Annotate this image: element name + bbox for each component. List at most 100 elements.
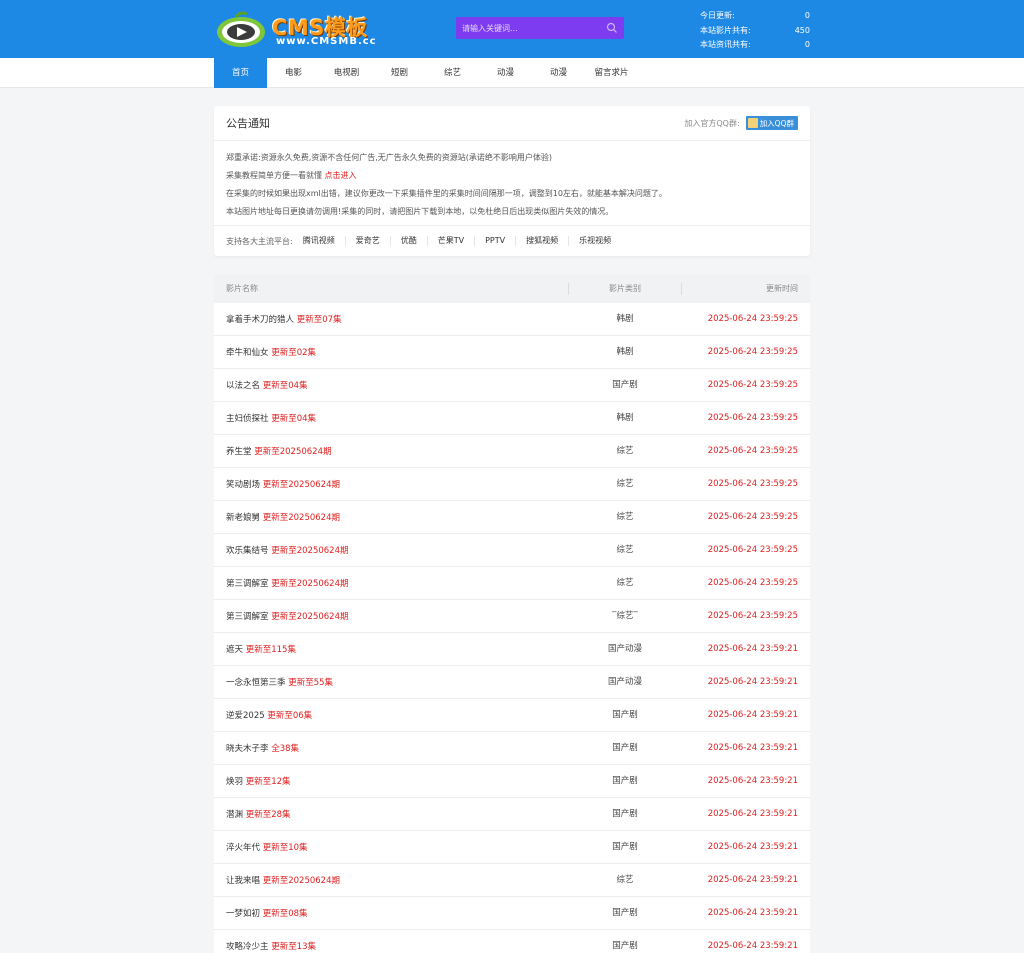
video-title[interactable]: 晓夫木子李 (226, 744, 269, 754)
nav-item-request[interactable]: 留言求片 (585, 58, 638, 88)
tutorial-link[interactable]: 点击进入 (325, 171, 357, 180)
table-row[interactable]: 欢乐集结号 更新至20250624期 综艺 2025-06-24 23:59:25 (214, 534, 810, 567)
video-name-cell[interactable]: 以法之名 更新至04集 (226, 379, 568, 391)
video-category: 韩剧 (616, 347, 634, 357)
update-time: 2025-06-24 23:59:25 (707, 479, 798, 489)
video-name-cell[interactable]: 牵牛和仙女 更新至02集 (226, 346, 568, 358)
main-nav: 首页 电影 电视剧 短剧 综艺 动漫 动漫 留言求片 (0, 58, 1024, 88)
video-name-cell[interactable]: 主妇侦探社 更新至04集 (226, 412, 568, 424)
update-status: 更新至08集 (262, 909, 308, 919)
video-title[interactable]: 牵牛和仙女 (226, 348, 269, 358)
video-title[interactable]: 一梦如初 (226, 909, 260, 919)
update-time: 2025-06-24 23:59:21 (707, 875, 798, 885)
video-name-cell[interactable]: 一念永恒第三季 更新至55集 (226, 676, 568, 688)
notice-card: 公告通知 加入官方QQ群: 加入QQ群 郑重承诺:资源永久免费,资源不含任何广告… (214, 106, 810, 256)
update-time: 2025-06-24 23:59:25 (707, 545, 798, 555)
search-icon[interactable] (606, 22, 618, 34)
video-table: 影片名称 影片类别 更新时间 拿着手术刀的猎人 更新至07集 韩剧 2025-06-… (214, 274, 810, 953)
video-title[interactable]: 一念永恒第三季 (226, 678, 286, 688)
video-title[interactable]: 笑动剧场 (226, 480, 260, 490)
table-row[interactable]: 主妇侦探社 更新至04集 韩剧 2025-06-24 23:59:25 (214, 402, 810, 435)
video-title[interactable]: 第三调解室 (226, 612, 269, 622)
video-name-cell[interactable]: 遮天 更新至115集 (226, 643, 568, 655)
update-status: 更新至07集 (296, 315, 342, 325)
table-row[interactable]: 遮天 更新至115集 国产动漫 2025-06-24 23:59:21 (214, 633, 810, 666)
table-row[interactable]: 攻略冷少主 更新至13集 国产剧 2025-06-24 23:59:21 (214, 930, 810, 953)
platform-item: 爱奇艺 (346, 236, 391, 246)
platform-item: 腾讯视频 (293, 236, 346, 246)
video-name-cell[interactable]: 晓夫木子李 全38集 (226, 742, 568, 754)
search-box (456, 17, 624, 39)
nav-item-tv[interactable]: 电视剧 (320, 58, 373, 88)
nav-item-movie[interactable]: 电影 (267, 58, 320, 88)
table-row[interactable]: 第三调解室 更新至20250624期 综艺 2025-06-24 23:59:25 (214, 567, 810, 600)
video-title[interactable]: 拿着手术刀的猎人 (226, 315, 294, 325)
video-name-cell[interactable]: 第三调解室 更新至20250624期 (226, 610, 568, 622)
video-name-cell[interactable]: 第三调解室 更新至20250624期 (226, 577, 568, 589)
video-name-cell[interactable]: 逆爱2025 更新至06集 (226, 709, 568, 721)
video-name-cell[interactable]: 攻略冷少主 更新至13集 (226, 940, 568, 952)
update-status: 更新至10集 (262, 843, 308, 853)
video-name-cell[interactable]: 淬火年代 更新至10集 (226, 841, 568, 853)
video-title[interactable]: 焕羽 (226, 777, 243, 787)
update-time: 2025-06-24 23:59:25 (707, 578, 798, 588)
video-name-cell[interactable]: 养生堂 更新至20250624期 (226, 445, 568, 457)
platform-item: 优酷 (391, 236, 428, 246)
update-status: 更新至13集 (271, 942, 317, 952)
update-status: 更新至20250624期 (254, 447, 332, 457)
site-logo[interactable]: CMS模板 www.CMSMB.cc (214, 8, 384, 52)
video-title[interactable]: 欢乐集结号 (226, 546, 269, 556)
table-row[interactable]: 笑动剧场 更新至20250624期 综艺 2025-06-24 23:59:25 (214, 468, 810, 501)
table-row[interactable]: 一念永恒第三季 更新至55集 国产动漫 2025-06-24 23:59:21 (214, 666, 810, 699)
platform-item: 乐视视频 (579, 236, 612, 245)
video-name-cell[interactable]: 潜渊 更新至28集 (226, 808, 568, 820)
video-title[interactable]: 主妇侦探社 (226, 414, 269, 424)
site-header: CMS模板 www.CMSMB.cc 今日更新: 0 本站影片共有: 450 本… (0, 0, 1024, 58)
table-row[interactable]: 以法之名 更新至04集 国产剧 2025-06-24 23:59:25 (214, 369, 810, 402)
video-name-cell[interactable]: 让我来唱 更新至20250624期 (226, 874, 568, 886)
notice-title: 公告通知 (226, 117, 270, 130)
update-time: 2025-06-24 23:59:25 (707, 446, 798, 456)
video-title[interactable]: 逆爱2025 (226, 711, 265, 721)
table-row[interactable]: 晓夫木子李 全38集 国产剧 2025-06-24 23:59:21 (214, 732, 810, 765)
nav-item-anime-2[interactable]: 动漫 (532, 58, 585, 88)
video-title[interactable]: 第三调解室 (226, 579, 269, 589)
table-row[interactable]: 养生堂 更新至20250624期 综艺 2025-06-24 23:59:25 (214, 435, 810, 468)
table-row[interactable]: 焕羽 更新至12集 国产剧 2025-06-24 23:59:21 (214, 765, 810, 798)
notice-line: 在采集的时候如果出现xml出错，建议你更改一下采集插件里的采集时间间隔那一项，调… (226, 189, 667, 198)
video-title[interactable]: 淬火年代 (226, 843, 260, 853)
video-name-cell[interactable]: 一梦如初 更新至08集 (226, 907, 568, 919)
video-name-cell[interactable]: 笑动剧场 更新至20250624期 (226, 478, 568, 490)
video-name-cell[interactable]: 新老娘舅 更新至20250624期 (226, 511, 568, 523)
video-name-cell[interactable]: 拿着手术刀的猎人 更新至07集 (226, 313, 568, 325)
join-qq-button[interactable]: 加入QQ群 (745, 116, 798, 130)
nav-item-home[interactable]: 首页 (214, 58, 267, 88)
qq-group-icon (747, 118, 758, 128)
table-row[interactable]: 一梦如初 更新至08集 国产剧 2025-06-24 23:59:21 (214, 897, 810, 930)
video-title[interactable]: 养生堂 (226, 447, 252, 457)
video-title[interactable]: 攻略冷少主 (226, 942, 269, 952)
site-stats: 今日更新: 0 本站影片共有: 450 本站资讯共有: 0 (700, 9, 810, 53)
nav-item-variety[interactable]: 综艺 (426, 58, 479, 88)
table-row[interactable]: 淬火年代 更新至10集 国产剧 2025-06-24 23:59:21 (214, 831, 810, 864)
video-category: 综艺 (616, 446, 634, 456)
table-row[interactable]: 逆爱2025 更新至06集 国产剧 2025-06-24 23:59:21 (214, 699, 810, 732)
table-row[interactable]: 让我来唱 更新至20250624期 综艺 2025-06-24 23:59:21 (214, 864, 810, 897)
video-title[interactable]: 潜渊 (226, 810, 243, 820)
table-row[interactable]: 拿着手术刀的猎人 更新至07集 韩剧 2025-06-24 23:59:25 (214, 303, 810, 336)
table-row[interactable]: 新老娘舅 更新至20250624期 综艺 2025-06-24 23:59:25 (214, 501, 810, 534)
table-row[interactable]: 牵牛和仙女 更新至02集 韩剧 2025-06-24 23:59:25 (214, 336, 810, 369)
nav-item-short[interactable]: 短剧 (373, 58, 426, 88)
nav-item-anime[interactable]: 动漫 (479, 58, 532, 88)
video-title[interactable]: 以法之名 (226, 381, 260, 391)
table-row[interactable]: 潜渊 更新至28集 国产剧 2025-06-24 23:59:21 (214, 798, 810, 831)
video-name-cell[interactable]: 欢乐集结号 更新至20250624期 (226, 544, 568, 556)
video-title[interactable]: 让我来唱 (226, 876, 260, 886)
video-title[interactable]: 遮天 (226, 645, 243, 655)
video-category: 国产动漫 (607, 644, 642, 654)
table-row[interactable]: 第三调解室 更新至20250624期 ‾综艺‾ 2025-06-24 23:59:2… (214, 600, 810, 633)
video-title[interactable]: 新老娘舅 (226, 513, 260, 523)
notice-line: 本站图片地址每日更换请勿调用!采集的同时，请把图片下载到本地，以免杜绝日后出现类… (226, 207, 614, 216)
video-name-cell[interactable]: 焕羽 更新至12集 (226, 775, 568, 787)
search-input[interactable] (456, 17, 596, 39)
